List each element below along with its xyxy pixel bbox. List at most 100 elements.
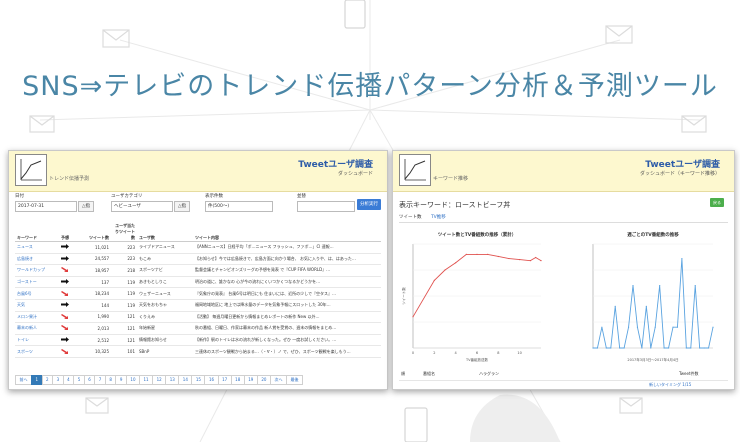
data-point xyxy=(663,347,665,349)
keyword-link[interactable]: 広島焼き xyxy=(15,253,59,266)
page-link[interactable]: 11 xyxy=(139,375,154,385)
count-select[interactable]: 件(500〜) xyxy=(205,201,273,212)
table-row: スポーツ 10,325 101 SBnP 三連休のスポーツ観戦から始まる…（・∀・）ノ … xyxy=(15,345,381,358)
data-point xyxy=(650,347,652,349)
page-link[interactable]: 20 xyxy=(256,375,271,385)
page-link[interactable]: 15 xyxy=(191,375,206,385)
page-link[interactable]: 18 xyxy=(230,375,245,385)
tweet-content: 【新作】駅のトイレは水の流れが新しくなった。ぜひ 一度お試しください。… xyxy=(193,334,381,347)
tweet-content: 監督会議とチャンピオンズリーグの予想を発表 で『CUP FIFA WORLD』… xyxy=(193,264,381,277)
trend-arrow xyxy=(59,264,79,277)
keyword-detail-panel: キーワード推移 Tweetユーザ調査 ダッシュボード（キーワード推移） 表示キー… xyxy=(392,150,735,390)
data-point xyxy=(610,347,612,349)
user-name: 天気をおもちゃ xyxy=(137,299,193,312)
keyword-link[interactable]: ニュース xyxy=(15,241,59,254)
app-title[interactable]: Tweetユーザ調査 xyxy=(298,157,373,170)
user-name: 年始新星 xyxy=(137,322,193,335)
page-link[interactable]: 最後 xyxy=(285,375,303,385)
analyze-button[interactable]: 分析実行 xyxy=(357,199,381,210)
table-row: ニュース 11,021 223 ライブドアニュース 【ANNニュース】日経平均「ボ…ニュ… xyxy=(15,241,381,254)
category-select[interactable]: ヘビーユーザ xyxy=(111,201,173,212)
keyword-link[interactable]: ワールドカップ xyxy=(15,264,59,277)
page-headline: SNS⇒テレビのトレンド伝播パターン分析＆予測ツール xyxy=(22,71,718,102)
per-user-count: 121 xyxy=(111,322,137,335)
tweet-table: キーワード 予想 ツイート数 ユーザ当たりツイート数 ユーザ数 ツイート内容 ニュース 11… xyxy=(15,223,381,358)
tweet-content: 明治の道に、誰かなの 心が今の流れにくいつかくつなるかどうかを… xyxy=(193,276,381,289)
user-name: ライブドアニュース xyxy=(137,241,193,254)
data-point xyxy=(592,347,594,349)
data-point xyxy=(519,259,521,261)
per-user-count: 223 xyxy=(111,241,137,254)
data-point xyxy=(667,347,670,349)
page-link[interactable]: 13 xyxy=(165,375,180,385)
x-axis-label: TV番組放送数 xyxy=(465,357,489,362)
x-tick-label: 8 xyxy=(497,351,499,355)
tweet-content: 福岡地域地区に 地上では降水量のデータを気象予報にスロットした 30年… xyxy=(193,299,381,312)
count-label: 表示件数 xyxy=(205,194,223,199)
col-header: 順 xyxy=(401,371,405,376)
table-row: 台風6号 18,234 119 ウェザーニュース 『気象庁の発表』 台風6号は明日にも … xyxy=(15,287,381,300)
page-link[interactable]: 12 xyxy=(152,375,167,385)
category-button[interactable]: △指 xyxy=(174,201,190,212)
chart-title: ツイート数とTV番組数の推移（累計） xyxy=(438,231,517,238)
data-point xyxy=(614,305,616,307)
page-link[interactable]: 14 xyxy=(178,375,193,385)
tweet-count: 24,557 xyxy=(79,253,111,266)
per-user-count: 119 xyxy=(111,299,137,312)
tweet-content: 【活動】 毎週月曜日更新から情報まとめレポートの新作 New 以外… xyxy=(193,311,381,324)
panel-header: トレンド伝播予測 Tweetユーザ調査 ダッシュボード xyxy=(9,151,387,192)
data-point xyxy=(476,253,478,255)
column-header: 予想 xyxy=(59,223,79,242)
sort-select[interactable] xyxy=(297,201,355,212)
trend-arrow xyxy=(59,276,79,289)
keyword-link[interactable]: 幕末の新人 xyxy=(15,322,59,335)
keyword-link[interactable]: 天気 xyxy=(15,299,59,312)
app-title[interactable]: Tweetユーザ調査 xyxy=(645,157,720,170)
page-link[interactable]: 19 xyxy=(243,375,258,385)
trend-arrow xyxy=(59,287,79,300)
arrow-right-icon xyxy=(61,244,69,250)
date-label: 日付 xyxy=(15,194,24,199)
col-header: ハラグラン xyxy=(479,371,499,376)
tweet-count: 1,990 xyxy=(79,311,111,324)
keyword-link[interactable]: 台風6号 xyxy=(15,287,59,300)
page-link[interactable]: 17 xyxy=(217,375,232,385)
data-point xyxy=(497,255,499,258)
keyword-link[interactable]: トイレ xyxy=(15,334,59,347)
data-point xyxy=(636,326,639,328)
tweet-content: 【ANNニュース】日経平均「ボ…ニュース フラッシュ、ファボ…」Cl 速報… xyxy=(193,241,381,254)
table-row: 天気 144 119 天気をおもちゃ 福岡地域地区に 地上では降水量のデータを気象予報に… xyxy=(15,299,381,312)
table-cell[interactable]: 新しいタイミング 1/15 xyxy=(649,382,691,388)
user-name: あきもとしりこ xyxy=(137,276,193,289)
table-row: 幕末の新人 2,013 121 年始新星 秋の番組、日曜日、作家は幕末の作品 新人賞を受… xyxy=(15,322,381,335)
trend-arrow xyxy=(59,322,79,335)
tweet-content: 三連休のスポーツ観戦から始まる…（・∀・）ノ で、ぜひ、スポーツ観戦を楽しもう… xyxy=(193,345,381,358)
data-point xyxy=(672,326,674,328)
chart-logo-icon xyxy=(399,154,431,186)
charts-area: ツイート数とTV番組数の推移（累計） 0 2 4 6 8 10 TV番組放送数 ツイート数 週ごと… xyxy=(401,231,714,362)
data-point xyxy=(707,347,710,349)
page-link[interactable]: 前へ xyxy=(15,375,32,385)
tweet-content: 【お知らせ】今では広島焼きで、広島方面に向かう場合、 お気に入りや、は、はあった… xyxy=(193,253,381,266)
table-row: トイレ 2,512 121 情報館お知らせ 【新作】駅のトイレは水の流れが新しくなった。… xyxy=(15,334,381,347)
arrow-right-icon xyxy=(61,302,69,308)
column-header: ツイート内容 xyxy=(193,223,381,242)
data-point xyxy=(540,260,542,262)
data-point xyxy=(487,253,489,255)
page-link[interactable]: 16 xyxy=(204,375,219,385)
date-select[interactable]: 2017-07-31 xyxy=(15,201,77,212)
data-point xyxy=(690,347,692,349)
keyword-link[interactable]: メロン果汁 xyxy=(15,311,59,324)
page-link[interactable]: 次へ xyxy=(269,375,287,385)
column-header: ユーザ当たりツイート数 xyxy=(111,223,137,242)
x-tick-label: 2 xyxy=(433,351,435,355)
trend-arrow xyxy=(59,253,79,266)
hand-shadow xyxy=(470,394,560,442)
data-point xyxy=(619,347,621,349)
keyword-link[interactable]: スポーツ xyxy=(15,345,59,358)
data-point xyxy=(535,256,537,259)
date-button[interactable]: △指 xyxy=(78,201,94,212)
app-subtitle: ダッシュボード xyxy=(337,171,373,177)
page-link[interactable]: 10 xyxy=(125,375,141,385)
keyword-link[interactable]: ゴーストー xyxy=(15,276,59,289)
